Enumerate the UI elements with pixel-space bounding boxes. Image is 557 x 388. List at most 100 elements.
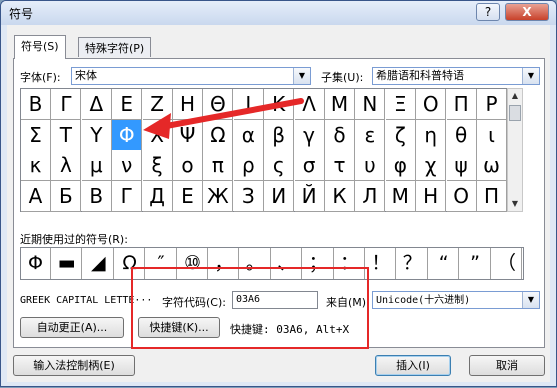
symbol-cell[interactable]: Π — [446, 89, 477, 120]
recent-symbols-label: 近期使用过的符号(R): — [20, 233, 128, 246]
cancel-button[interactable]: 取消 — [469, 355, 545, 376]
symbol-cell[interactable]: ω — [477, 150, 507, 181]
font-select-value: 宋体 — [75, 69, 97, 82]
symbol-cell[interactable]: Γ — [51, 89, 82, 120]
symbol-cell[interactable]: λ — [51, 150, 82, 181]
symbol-cell[interactable]: χ — [416, 150, 447, 181]
font-label: 字体(F): — [20, 71, 61, 84]
symbol-cell[interactable]: Н — [416, 180, 447, 212]
scroll-thumb[interactable] — [509, 105, 521, 121]
symbol-cell[interactable]: ε — [355, 119, 386, 151]
symbol-cell[interactable]: Ν — [355, 89, 386, 120]
help-button[interactable]: ? — [476, 3, 500, 21]
symbol-cell[interactable]: Κ — [264, 89, 295, 120]
symbol-cell[interactable]: Ι — [233, 89, 264, 120]
symbol-cell[interactable]: ξ — [142, 150, 173, 181]
symbol-cell[interactable]: ρ — [233, 150, 264, 181]
symbol-cell[interactable]: δ — [325, 119, 355, 151]
symbol-cell[interactable]: ν — [112, 150, 143, 181]
chevron-down-icon[interactable]: ▼ — [522, 292, 539, 308]
symbol-cell[interactable]: Ξ — [385, 89, 416, 120]
symbol-cell[interactable]: φ — [385, 150, 416, 181]
recent-symbol[interactable]: （ — [492, 248, 522, 279]
symbol-cell[interactable]: Ρ — [477, 89, 507, 120]
symbol-cell[interactable]: κ — [21, 150, 51, 181]
recent-symbol[interactable]: ” — [461, 248, 491, 279]
symbol-cell[interactable]: О — [446, 180, 477, 212]
tab-symbols[interactable]: 符号(S) — [14, 35, 66, 59]
symbol-cell[interactable]: А — [21, 180, 51, 212]
symbol-cell[interactable]: γ — [294, 119, 325, 151]
symbol-cell[interactable]: М — [385, 180, 416, 212]
symbol-cell[interactable]: В — [81, 180, 112, 212]
recent-symbol[interactable]: ◢ — [84, 248, 114, 279]
font-select[interactable]: 宋体 ▼ — [71, 67, 311, 85]
symbol-cell[interactable]: Ω — [203, 119, 234, 151]
symbol-cell[interactable]: П — [477, 180, 507, 212]
symbol-cell[interactable]: Ε — [112, 89, 143, 120]
symbol-cell[interactable]: Υ — [81, 119, 112, 151]
symbol-cell[interactable]: И — [264, 180, 295, 212]
recent-symbol[interactable]: ！ — [366, 248, 397, 279]
symbol-grid: ΒΓΔΕΖΗΘΙΚΛΜΝΞΟΠΡ ΣΤΥΦΧΨΩαβγδεζηθι κλμνξοπρ… — [20, 88, 507, 212]
symbol-cell[interactable]: υ — [355, 150, 386, 181]
symbol-cell[interactable]: З — [233, 180, 264, 212]
symbol-grid-scrollbar[interactable]: ▲ ▼ — [507, 88, 523, 212]
subset-select[interactable]: 希腊语和科普特语 ▼ — [372, 67, 540, 85]
symbol-cell[interactable]: Β — [21, 89, 51, 120]
chevron-down-icon[interactable]: ▼ — [522, 68, 539, 84]
symbol-cell[interactable]: Л — [355, 180, 386, 212]
autocorrect-button[interactable]: 自动更正(A)... — [20, 317, 124, 338]
symbol-cell[interactable]: Η — [173, 89, 203, 120]
annotation-highlight-box — [131, 267, 369, 349]
title-bar: 符号 ? X — [1, 1, 556, 25]
symbol-cell[interactable]: Ζ — [142, 89, 173, 120]
symbol-cell[interactable]: ι — [477, 119, 507, 151]
symbol-cell[interactable]: Ψ — [173, 119, 203, 151]
tab-special-characters[interactable]: 特殊字符(P) — [78, 37, 152, 57]
symbol-cell[interactable]: Д — [142, 180, 173, 212]
symbol-cell[interactable]: ψ — [446, 150, 477, 181]
chevron-down-icon[interactable]: ▼ — [293, 68, 310, 84]
symbol-cell[interactable]: μ — [81, 150, 112, 181]
from-select-value: Unicode(十六进制) — [376, 295, 471, 306]
symbol-cell[interactable]: Б — [51, 180, 82, 212]
symbol-cell[interactable]: Ж — [203, 180, 234, 212]
symbol-cell[interactable]: σ — [294, 150, 325, 181]
symbol-cell[interactable]: Г — [112, 180, 143, 212]
insert-button[interactable]: 插入(I) — [375, 355, 451, 376]
recent-symbol[interactable]: ▬ — [52, 248, 83, 279]
symbol-cell[interactable]: π — [203, 150, 234, 181]
symbol-cell-selected[interactable]: Φ — [112, 119, 143, 151]
symbol-cell[interactable]: β — [264, 119, 295, 151]
subset-label: 子集(U): — [321, 71, 364, 84]
symbol-cell[interactable]: Λ — [294, 89, 325, 120]
symbol-cell[interactable]: Μ — [325, 89, 355, 120]
symbol-cell[interactable]: θ — [446, 119, 477, 151]
recent-symbol[interactable]: Φ — [21, 248, 51, 279]
symbol-cell[interactable]: ο — [173, 150, 203, 181]
symbol-cell[interactable]: Τ — [51, 119, 82, 151]
symbol-cell[interactable]: η — [416, 119, 447, 151]
symbol-cell[interactable]: Е — [173, 180, 203, 212]
symbol-cell[interactable]: α — [233, 119, 264, 151]
symbol-cell[interactable]: ζ — [385, 119, 416, 151]
scroll-down-icon[interactable]: ▼ — [508, 197, 522, 211]
close-button[interactable]: X — [505, 3, 549, 21]
symbol-cell[interactable]: Σ — [21, 119, 51, 151]
symbol-cell[interactable]: К — [325, 180, 355, 212]
subset-select-value: 希腊语和科普特语 — [376, 69, 464, 82]
symbol-cell[interactable]: Χ — [142, 119, 173, 151]
symbol-cell[interactable]: Θ — [203, 89, 234, 120]
symbol-dialog: 符号 ? X 符号(S) 特殊字符(P) 字体(F): 宋体 ▼ 子集(U): … — [0, 0, 557, 387]
symbol-cell[interactable]: τ — [325, 150, 355, 181]
recent-symbol[interactable]: “ — [429, 248, 460, 279]
symbol-cell[interactable]: ς — [264, 150, 295, 181]
from-select[interactable]: Unicode(十六进制) ▼ — [372, 291, 540, 309]
symbol-cell[interactable]: Й — [294, 180, 325, 212]
recent-symbol[interactable]: ？ — [398, 248, 428, 279]
symbol-cell[interactable]: Ο — [416, 89, 447, 120]
symbol-cell[interactable]: Δ — [81, 89, 112, 120]
ime-control-button[interactable]: 输入法控制柄(E) — [13, 355, 135, 376]
scroll-up-icon[interactable]: ▲ — [508, 89, 522, 103]
